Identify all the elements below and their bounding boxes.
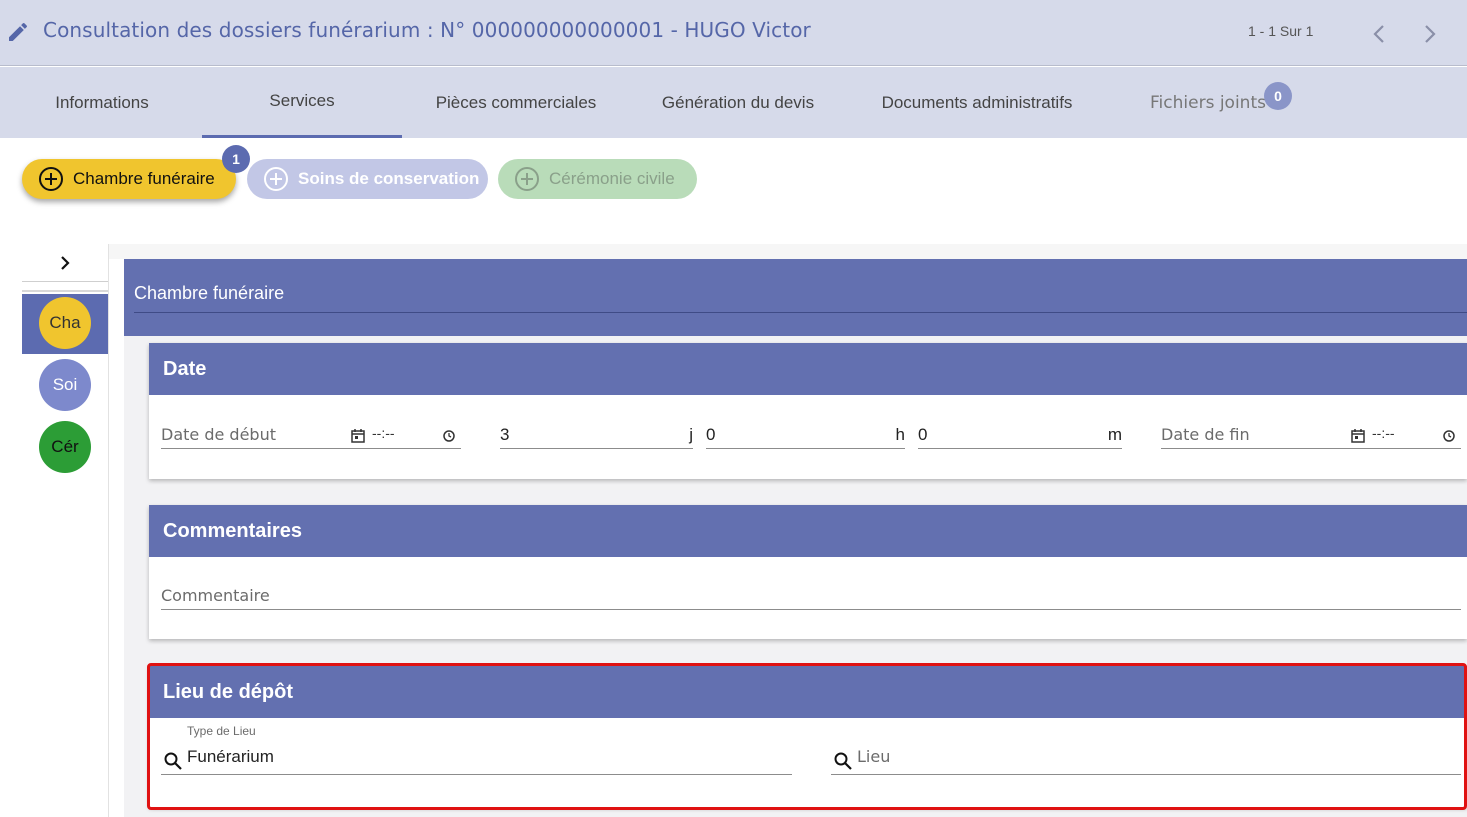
next-button[interactable]	[1418, 20, 1442, 48]
end-date-label: Date de fin	[1161, 425, 1250, 444]
tab-label: Génération du devis	[661, 92, 815, 112]
tab-label: Informations	[55, 92, 149, 112]
date-card: Date	[149, 343, 1467, 479]
tab-generation-devis[interactable]: Génération du devis	[640, 67, 836, 138]
comment-card: Commentaires	[149, 505, 1467, 639]
add-circle-icon	[264, 167, 288, 191]
tab-label: Pièces commerciales	[435, 92, 597, 112]
page-title: Consultation des dossiers funérarium : N…	[43, 18, 811, 42]
files-count-badge: 0	[1264, 82, 1292, 110]
chip-count-badge: 1	[222, 145, 250, 173]
prev-button[interactable]	[1367, 20, 1391, 48]
chip-label: Chambre funéraire	[73, 169, 215, 188]
tab-fichiers-joints[interactable]: Fichiers joints	[1132, 67, 1284, 138]
lieu-card-title: Lieu de dépôt	[149, 666, 1467, 718]
tab-pieces-commerciales[interactable]: Pièces commerciales	[414, 67, 618, 138]
end-date-field[interactable]: Date de fin --:--	[1161, 425, 1461, 449]
tab-label: Services	[269, 91, 335, 110]
pager-text: 1 - 1 Sur 1	[1248, 23, 1314, 39]
chip-ceremonie-civile[interactable]: Cérémonie civile	[498, 159, 697, 199]
tab-bar: Informations Services Pièces commerciale…	[0, 67, 1467, 138]
content-top-strip	[108, 244, 1467, 259]
section-header: Chambre funéraire	[124, 259, 1467, 336]
chip-soins-conservation[interactable]: Soins de conservation	[247, 159, 488, 199]
search-icon	[164, 752, 182, 770]
lieu-card: Lieu de dépôt	[149, 666, 1467, 807]
comment-field[interactable]: Commentaire	[161, 586, 1461, 610]
section-underline	[134, 312, 1467, 313]
type-lieu-value: Funérarium	[187, 747, 274, 766]
days-unit: j	[689, 425, 693, 444]
rail-vertical-divider	[108, 244, 109, 817]
chip-chambre-funeraire[interactable]: Chambre funéraire	[22, 159, 236, 199]
minutes-value: 0	[918, 425, 928, 444]
start-date-label: Date de début	[161, 425, 276, 444]
calendar-icon[interactable]	[1350, 428, 1366, 444]
tab-informations[interactable]: Informations	[2, 67, 202, 138]
comment-card-title: Commentaires	[149, 505, 1467, 557]
search-icon	[834, 752, 852, 770]
rail-item-ceremonie[interactable]: Cér	[39, 421, 91, 473]
top-header: Consultation des dossiers funérarium : N…	[0, 0, 1467, 66]
chip-label: Cérémonie civile	[549, 169, 675, 188]
calendar-icon[interactable]	[350, 428, 366, 444]
days-value: 3	[500, 425, 510, 444]
type-lieu-label: Type de Lieu	[187, 724, 256, 738]
hours-field[interactable]: 0 h	[706, 425, 905, 449]
hours-value: 0	[706, 425, 716, 444]
pencil-icon[interactable]	[6, 20, 30, 44]
tab-services[interactable]: Services	[202, 67, 402, 138]
add-circle-icon	[39, 167, 63, 191]
start-time-value[interactable]: --:--	[372, 425, 395, 441]
comment-placeholder: Commentaire	[161, 586, 270, 605]
date-card-title: Date	[149, 343, 1467, 395]
section-title: Chambre funéraire	[134, 283, 285, 303]
tab-documents-administratifs[interactable]: Documents administratifs	[860, 67, 1094, 138]
clock-icon[interactable]	[1441, 428, 1457, 444]
end-time-value[interactable]: --:--	[1372, 425, 1395, 441]
rail-item-chambre[interactable]: Cha	[39, 297, 91, 349]
chevron-right-icon	[61, 255, 70, 270]
clock-icon[interactable]	[441, 428, 457, 444]
start-date-field[interactable]: Date de début --:--	[161, 425, 461, 449]
minutes-field[interactable]: 0 m	[918, 425, 1122, 449]
chevron-left-icon	[1373, 25, 1384, 43]
lieu-field[interactable]: Lieu	[831, 747, 1461, 775]
hours-unit: h	[895, 425, 905, 444]
chevron-right-icon	[1425, 25, 1436, 43]
minutes-unit: m	[1107, 425, 1122, 444]
type-lieu-field[interactable]: Funérarium	[161, 747, 792, 775]
rail-item-soins[interactable]: Soi	[39, 359, 91, 411]
rail-divider	[22, 290, 108, 292]
tab-label: Documents administratifs	[881, 92, 1073, 112]
rail-toggle-button[interactable]	[22, 244, 108, 282]
days-field[interactable]: 3 j	[500, 425, 693, 449]
lieu-placeholder: Lieu	[857, 747, 891, 766]
chip-label: Soins de conservation	[298, 169, 480, 188]
tab-label: Fichiers joints	[1150, 92, 1266, 113]
add-circle-icon	[515, 167, 539, 191]
